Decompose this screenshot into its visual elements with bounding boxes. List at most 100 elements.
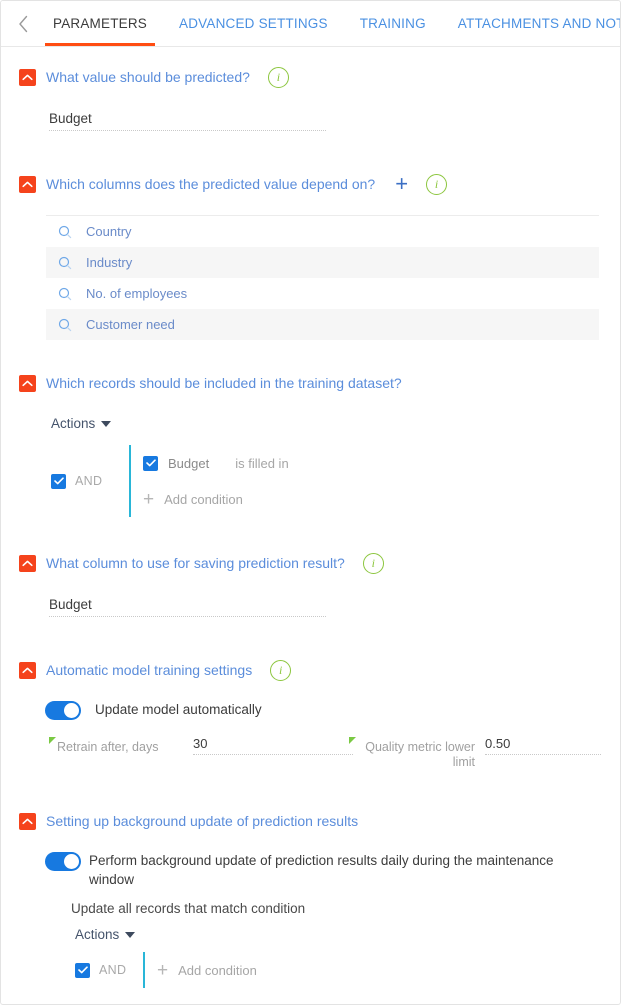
- section-predicted-value: What value should be predicted? i Budget: [1, 47, 620, 131]
- quality-metric-lower-limit-input[interactable]: 0.50: [485, 736, 601, 755]
- section-automatic-training: Automatic model training settings i Upda…: [1, 617, 620, 770]
- section-saving-column-title: What column to use for saving prediction…: [46, 555, 345, 571]
- predicted-value-field[interactable]: Budget: [49, 111, 326, 131]
- list-item-label: Country: [86, 224, 132, 239]
- tabs-scroll-left-icon[interactable]: [9, 1, 37, 46]
- training-filter-and-column: AND: [51, 473, 129, 489]
- section-depends-on-header: Which columns does the predicted value d…: [1, 169, 620, 199]
- chevron-up-icon[interactable]: [19, 554, 36, 572]
- list-item[interactable]: Customer need: [46, 309, 599, 340]
- section-background-update: Setting up background update of predicti…: [1, 770, 620, 988]
- background-add-condition-button[interactable]: + Add condition: [157, 952, 257, 988]
- training-filter-actions-button[interactable]: Actions: [51, 416, 112, 431]
- plus-icon[interactable]: +: [395, 173, 408, 195]
- training-filter-and-checkbox[interactable]: [51, 473, 66, 489]
- update-model-automatically-label: Update model automatically: [95, 702, 262, 717]
- list-item[interactable]: No. of employees: [46, 278, 599, 309]
- list-item[interactable]: Industry: [46, 247, 599, 278]
- search-icon: [58, 225, 72, 239]
- update-model-automatically-toggle[interactable]: [45, 701, 81, 720]
- plus-icon: +: [143, 488, 155, 510]
- chevron-up-icon[interactable]: [19, 812, 36, 830]
- section-training-records-title: Which records should be included in the …: [46, 375, 402, 391]
- training-filter-and-label: AND: [75, 474, 103, 488]
- depends-on-column-list: Country Industry No. of employees Custom…: [46, 215, 599, 340]
- caret-down-icon: [101, 420, 112, 427]
- info-icon[interactable]: i: [362, 552, 384, 574]
- quality-metric-lower-limit-group: Quality metric lower limit 0.50: [349, 736, 601, 770]
- search-icon: [58, 287, 72, 301]
- background-filter-and-label: AND: [99, 963, 127, 977]
- search-icon: [58, 318, 72, 332]
- background-filter-and-column: AND: [75, 962, 143, 978]
- list-item-label: No. of employees: [86, 286, 188, 301]
- search-icon: [58, 256, 72, 270]
- list-item-label: Industry: [86, 255, 133, 270]
- section-saving-column: What column to use for saving prediction…: [1, 517, 620, 617]
- prediction-setup-page: PARAMETERS ADVANCED SETTINGS TRAINING AT…: [0, 0, 621, 1005]
- quality-metric-lower-limit-label: Quality metric lower limit: [349, 736, 475, 770]
- section-automatic-training-header: Automatic model training settings i: [1, 655, 620, 685]
- section-training-records-header: Which records should be included in the …: [1, 368, 620, 398]
- background-filter-and-checkbox[interactable]: [75, 962, 90, 978]
- tab-advanced-settings-label: ADVANCED SETTINGS: [179, 16, 328, 31]
- caret-down-icon: [125, 931, 136, 938]
- background-update-toggle-label: Perform background update of prediction …: [89, 853, 554, 887]
- info-icon[interactable]: i: [426, 173, 448, 195]
- training-condition-operator[interactable]: is filled in: [235, 456, 288, 471]
- section-predicted-value-header: What value should be predicted? i: [1, 62, 620, 92]
- plus-icon: +: [157, 959, 169, 981]
- background-filter-actions-button[interactable]: Actions: [75, 927, 136, 942]
- tab-attachments-and-notes-label: ATTACHMENTS AND NOTES: [457, 16, 620, 31]
- section-predicted-value-title: What value should be predicted?: [46, 69, 250, 85]
- section-background-update-header: Setting up background update of predicti…: [1, 806, 620, 836]
- update-all-records-label: Update all records that match condition: [71, 901, 306, 916]
- chevron-up-icon[interactable]: [19, 374, 36, 392]
- toggle-knob: [64, 854, 79, 869]
- section-background-update-title: Setting up background update of predicti…: [46, 813, 359, 829]
- tab-training-label: TRAINING: [359, 16, 426, 31]
- training-condition-checkbox[interactable]: [143, 455, 158, 471]
- retrain-after-days-input[interactable]: 30: [193, 736, 353, 755]
- training-add-condition-label: Add condition: [164, 491, 243, 507]
- tab-advanced-settings[interactable]: ADVANCED SETTINGS: [163, 1, 344, 46]
- training-filter-condition-row: Budget is filled in: [143, 445, 289, 481]
- list-item-label: Customer need: [86, 317, 175, 332]
- background-add-condition-label: Add condition: [178, 962, 257, 978]
- saving-column-field[interactable]: Budget: [49, 597, 326, 617]
- training-metrics-row: Retrain after, days 30 Quality metric lo…: [49, 736, 601, 770]
- training-filter-group: AND Budget is filled in + Add condition: [51, 445, 620, 517]
- section-training-records: Which records should be included in the …: [1, 340, 620, 517]
- training-filter-conditions: Budget is filled in + Add condition: [129, 445, 289, 517]
- tab-parameters[interactable]: PARAMETERS: [37, 1, 163, 46]
- section-saving-column-header: What column to use for saving prediction…: [1, 548, 620, 578]
- background-update-toggle[interactable]: [45, 852, 81, 871]
- tab-list: PARAMETERS ADVANCED SETTINGS TRAINING AT…: [37, 1, 620, 46]
- list-item[interactable]: Country: [46, 216, 599, 247]
- info-icon[interactable]: i: [270, 659, 292, 681]
- section-depends-on-title: Which columns does the predicted value d…: [46, 176, 376, 192]
- tab-bar: PARAMETERS ADVANCED SETTINGS TRAINING AT…: [1, 1, 620, 47]
- tab-parameters-label: PARAMETERS: [53, 16, 148, 31]
- required-marker-icon: [349, 737, 356, 744]
- required-marker-icon: [49, 737, 56, 744]
- training-add-condition-button[interactable]: + Add condition: [143, 481, 289, 517]
- chevron-up-icon[interactable]: [19, 661, 36, 679]
- background-filter-conditions: + Add condition: [143, 952, 257, 988]
- update-model-automatically-row: Update model automatically: [45, 700, 596, 720]
- background-filter-group: AND + Add condition: [75, 952, 620, 988]
- background-filter-actions-label: Actions: [75, 927, 120, 942]
- retrain-after-days-label: Retrain after, days: [49, 736, 183, 755]
- tab-training[interactable]: TRAINING: [344, 1, 442, 46]
- toggle-knob: [64, 703, 79, 718]
- chevron-up-icon[interactable]: [19, 175, 36, 193]
- training-filter-actions-label: Actions: [51, 416, 96, 431]
- training-condition-field[interactable]: Budget: [168, 456, 209, 471]
- background-update-toggle-row: Perform background update of prediction …: [45, 851, 596, 889]
- form-content: What value should be predicted? i Budget…: [1, 47, 620, 988]
- chevron-up-icon[interactable]: [19, 68, 36, 86]
- tab-attachments-and-notes[interactable]: ATTACHMENTS AND NOTES: [442, 1, 620, 46]
- section-automatic-training-title: Automatic model training settings: [46, 662, 253, 678]
- retrain-after-days-group: Retrain after, days 30: [49, 736, 353, 770]
- info-icon[interactable]: i: [267, 66, 289, 88]
